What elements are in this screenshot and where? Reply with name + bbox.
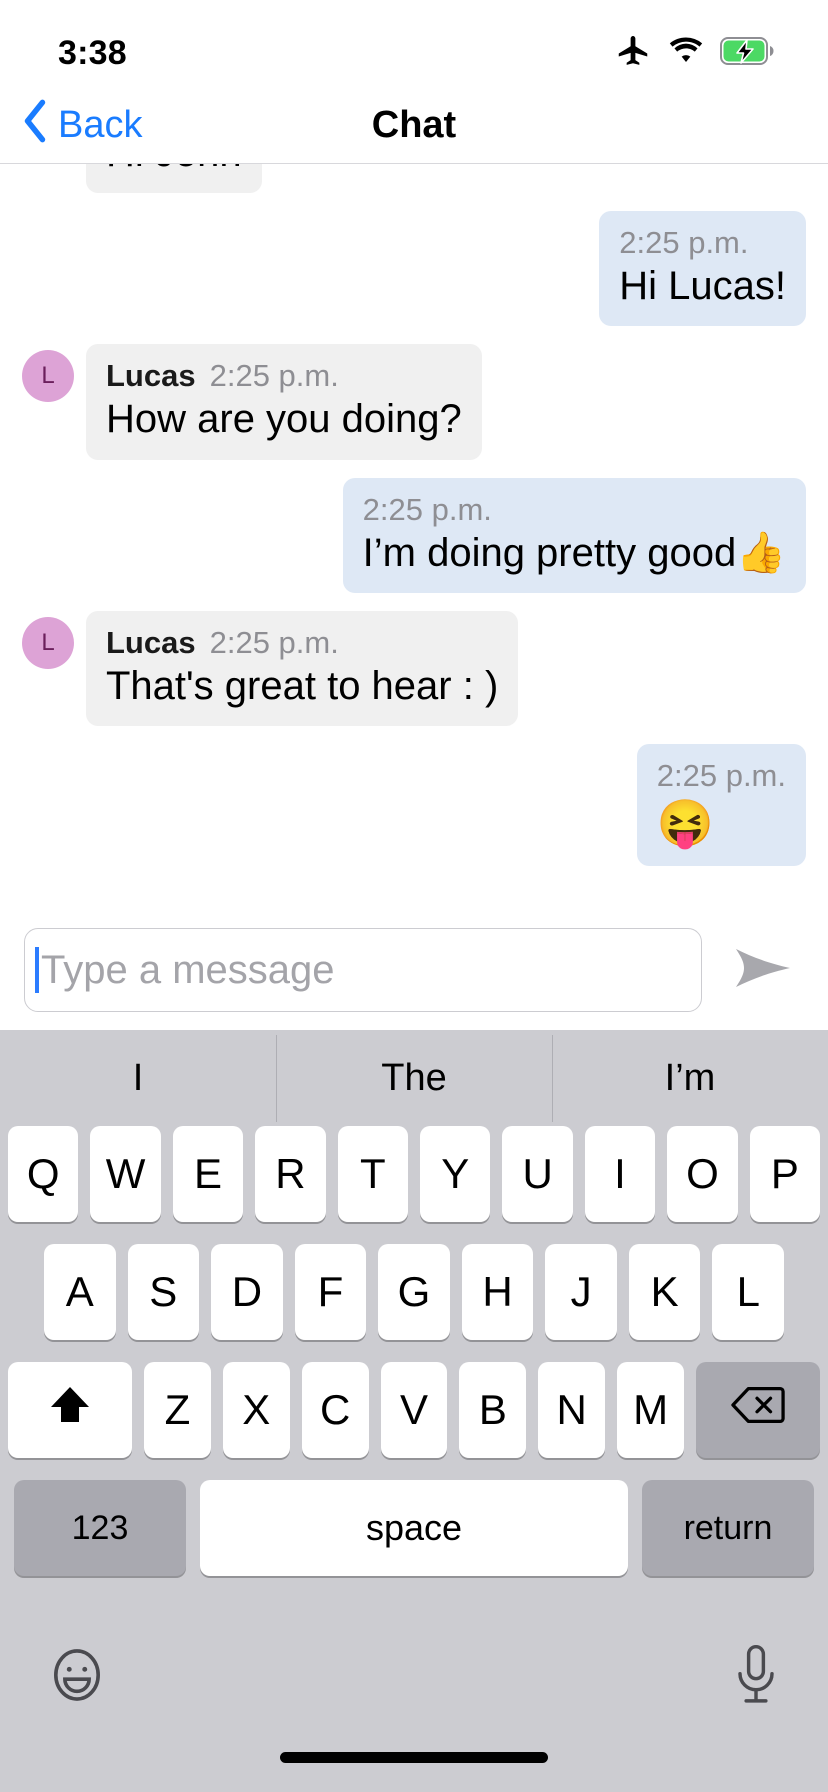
message-bubble-outgoing[interactable]: 2:25 p.m. I’m doing pretty good👍: [342, 477, 806, 593]
message-timestamp: 2:25 p.m.: [619, 225, 749, 261]
key-x[interactable]: X: [222, 1362, 290, 1458]
message-row: 2:25 p.m. Hi Lucas!: [22, 211, 806, 327]
message-meta: Lucas 2:25 p.m.: [106, 625, 498, 661]
avatar-initial: L: [41, 628, 55, 656]
key-r[interactable]: R: [255, 1126, 326, 1222]
message-timestamp: 2:25 p.m.: [209, 358, 339, 394]
key-p[interactable]: P: [749, 1126, 821, 1222]
key-l[interactable]: L: [712, 1244, 785, 1340]
message-bubble-incoming[interactable]: Lucas 2:25 p.m. That's great to hear : ): [86, 610, 519, 726]
emoji-smiley-icon[interactable]: [46, 1644, 108, 1711]
key-s[interactable]: S: [127, 1244, 200, 1340]
send-arrow-icon: [732, 943, 794, 998]
key-f[interactable]: F: [294, 1244, 367, 1340]
message-text: How are you doing?: [106, 397, 462, 442]
text-cursor: [35, 947, 39, 993]
return-key[interactable]: return: [642, 1480, 814, 1576]
message-input-field[interactable]: Type a message: [24, 928, 702, 1012]
phone-screen: 3:38 Back Chat 2:25 p.m. Hi Lucas! L Luc…: [0, 0, 828, 1792]
key-k[interactable]: K: [628, 1244, 701, 1340]
message-row: L Lucas 2:25 p.m. How are you doing?: [22, 344, 806, 460]
key-y[interactable]: Y: [420, 1126, 491, 1222]
back-button[interactable]: Back: [0, 98, 142, 154]
key-j[interactable]: J: [545, 1244, 617, 1340]
home-indicator-area: [0, 1752, 828, 1792]
message-meta: 2:25 p.m.: [657, 758, 786, 794]
key-v[interactable]: V: [380, 1362, 448, 1458]
key-a[interactable]: A: [43, 1244, 116, 1340]
back-button-label: Back: [58, 104, 143, 146]
send-button[interactable]: [720, 943, 806, 998]
microphone-icon[interactable]: [730, 1643, 782, 1712]
message-meta: Lucas 2:25 p.m.: [106, 358, 462, 394]
backspace-key[interactable]: [696, 1362, 821, 1458]
prediction-candidate-3[interactable]: I’m: [552, 1034, 828, 1122]
key-b[interactable]: B: [459, 1362, 527, 1458]
key-g[interactable]: G: [378, 1244, 450, 1340]
numeric-key[interactable]: 123: [14, 1480, 186, 1576]
message-text: I’m doing pretty good👍: [362, 530, 786, 575]
message-input-placeholder: Type a message: [41, 947, 335, 992]
message-meta: 2:25 p.m.: [619, 225, 786, 261]
keyboard-row-3: Z X C V B N M: [0, 1362, 828, 1458]
prediction-candidate-2[interactable]: The: [276, 1034, 552, 1122]
avatar: L: [22, 616, 74, 669]
message-text: Hi Lucas!: [619, 264, 786, 309]
key-w[interactable]: W: [90, 1126, 161, 1222]
status-bar-time: 3:38: [58, 33, 127, 72]
message-meta: 2:25 p.m.: [363, 492, 786, 528]
prediction-candidate-1[interactable]: I: [0, 1057, 276, 1100]
message-text: Hi John: [106, 164, 242, 177]
message-row: Hi John: [22, 164, 806, 194]
key-u[interactable]: U: [502, 1126, 573, 1222]
message-row: 2:25 p.m. I’m doing pretty good👍: [22, 477, 806, 593]
predictive-text-bar: I The I’m: [0, 1030, 828, 1126]
message-timestamp: 2:25 p.m.: [362, 491, 492, 527]
message-row: L Lucas 2:25 p.m. That's great to hear :…: [22, 610, 806, 726]
backspace-delete-icon: [731, 1384, 785, 1436]
battery-charging-icon: [720, 36, 776, 71]
key-z[interactable]: Z: [144, 1362, 211, 1458]
key-e[interactable]: E: [172, 1126, 244, 1222]
chevron-left-icon: [22, 98, 48, 154]
message-timestamp: 2:25 p.m.: [209, 624, 339, 660]
key-d[interactable]: D: [211, 1244, 283, 1340]
message-bubble-incoming[interactable]: Lucas 2:25 p.m. How are you doing?: [86, 344, 482, 460]
key-t[interactable]: T: [337, 1126, 408, 1222]
status-bar-icons: [614, 32, 776, 75]
key-h[interactable]: H: [461, 1244, 534, 1340]
key-i[interactable]: I: [584, 1126, 656, 1222]
navigation-bar: Back Chat: [0, 88, 828, 164]
message-composer: Type a message: [0, 910, 828, 1030]
space-key[interactable]: space: [200, 1480, 628, 1576]
message-timestamp: 2:25 p.m.: [656, 757, 786, 793]
avatar-initial: L: [41, 362, 55, 390]
message-text: That's great to hear : ): [106, 663, 499, 708]
onscreen-keyboard: I The I’m Q W E R T Y U I O P A S D F G …: [0, 1030, 828, 1792]
shift-up-arrow-icon: [46, 1381, 94, 1439]
message-bubble-incoming[interactable]: Hi John: [86, 164, 262, 194]
key-o[interactable]: O: [667, 1126, 738, 1222]
keyboard-row-2: A S D F G H J K L: [0, 1244, 828, 1340]
avatar: L: [22, 350, 74, 403]
key-q[interactable]: Q: [7, 1126, 79, 1222]
message-bubble-outgoing[interactable]: 2:25 p.m. 😝: [636, 743, 806, 867]
keyboard-row-bottom: 123 space return: [0, 1480, 828, 1576]
message-text: 😝: [656, 796, 715, 849]
key-c[interactable]: C: [301, 1362, 369, 1458]
status-bar: 3:38: [0, 0, 828, 88]
keyboard-toolbar: [0, 1602, 828, 1752]
message-sender: Lucas: [106, 358, 196, 394]
key-m[interactable]: M: [617, 1362, 685, 1458]
message-row: 2:25 p.m. 😝: [22, 743, 806, 867]
shift-key[interactable]: [8, 1362, 132, 1458]
keyboard-row-1: Q W E R T Y U I O P: [0, 1126, 828, 1222]
message-sender: Lucas: [106, 624, 196, 660]
home-indicator[interactable]: [280, 1752, 548, 1763]
message-list[interactable]: Hi John 2:25 p.m. Hi Lucas! L Lucas 2:25…: [0, 164, 828, 910]
airplane-mode-icon: [614, 32, 652, 75]
key-n[interactable]: N: [538, 1362, 606, 1458]
message-bubble-outgoing[interactable]: 2:25 p.m. Hi Lucas!: [599, 211, 806, 327]
wifi-icon: [666, 36, 706, 71]
